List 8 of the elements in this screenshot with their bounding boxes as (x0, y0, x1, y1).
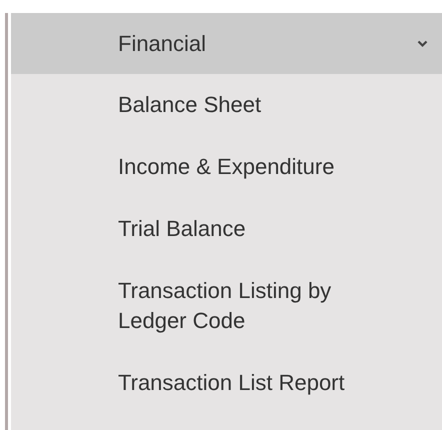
menu-item[interactable]: Transaction List Report (11, 352, 442, 414)
menu-item[interactable]: Income & Expenditure (11, 136, 442, 198)
menu-item[interactable]: Trial Balance (11, 198, 442, 260)
menu-header[interactable]: Financial (11, 13, 442, 74)
menu-item[interactable]: Balance Sheet (11, 74, 442, 136)
chevron-icon (417, 40, 428, 48)
menu-item[interactable]: Transaction Listing by Ledger Code (11, 260, 442, 352)
menu-header-label: Financial (118, 30, 206, 56)
